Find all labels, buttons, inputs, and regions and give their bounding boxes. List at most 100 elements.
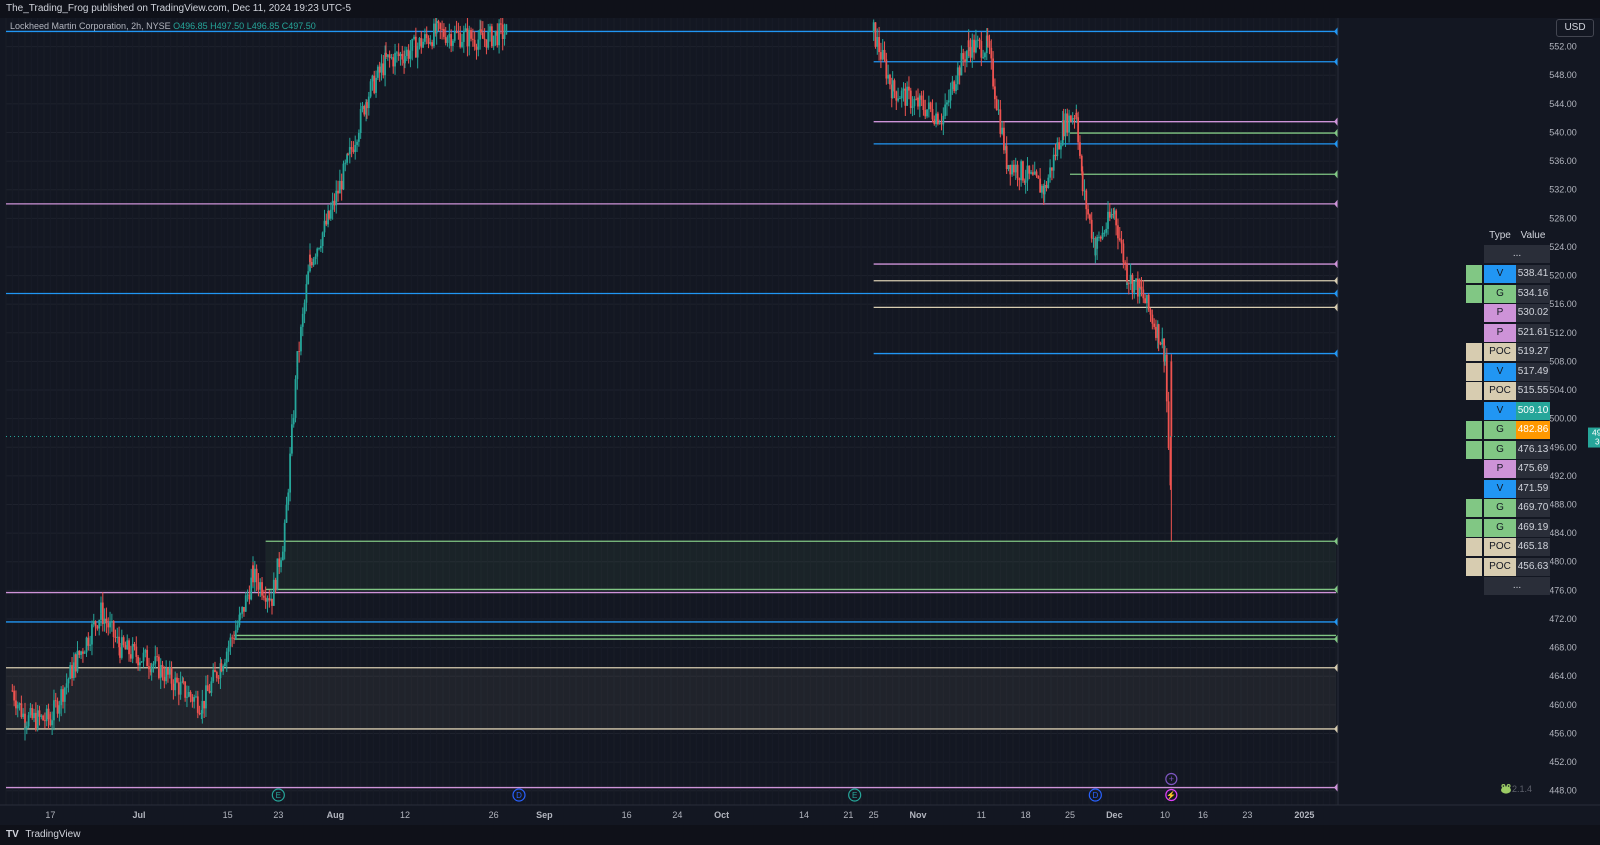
candle-body	[62, 689, 64, 702]
candle-body	[920, 95, 923, 100]
time-tick-label: 10	[1160, 810, 1170, 820]
candle-body	[913, 98, 916, 107]
candle-body	[24, 727, 26, 730]
table-row-flag	[1466, 557, 1482, 576]
candle-body	[186, 696, 188, 698]
candle-body	[878, 37, 880, 53]
table-row-flag	[1466, 343, 1482, 361]
candle-body	[156, 656, 158, 658]
candle-body	[418, 38, 421, 46]
candle-body	[161, 664, 164, 677]
candle-body	[999, 109, 1002, 134]
candle-body	[872, 22, 875, 33]
candle-body	[105, 618, 108, 624]
candle-body	[1122, 243, 1125, 263]
table-header-type: Type	[1484, 227, 1516, 245]
candle-body	[234, 630, 237, 639]
candle-body	[414, 36, 417, 58]
candle-body	[994, 86, 996, 100]
candle-body	[949, 89, 952, 101]
candle-body	[413, 36, 415, 39]
symbol-name: Lockheed Martin Corporation, 2h, NYSE	[10, 21, 171, 31]
candle-body	[1120, 239, 1123, 244]
candle-body	[137, 656, 139, 666]
candle-body	[328, 210, 330, 219]
candle-body	[1107, 211, 1109, 229]
time-axis[interactable]: 17 Jul 15 23 Aug 12 26 Sep 16 24 Oct 14 21 25 Nov 11 18 2…	[0, 804, 1600, 820]
candle-body	[129, 654, 132, 659]
candle-body	[485, 39, 488, 48]
candle-body	[433, 23, 435, 47]
candle-body	[126, 640, 129, 650]
candle-body	[395, 52, 398, 54]
time-tick-label: 14	[799, 810, 809, 820]
candle-body	[1020, 161, 1023, 181]
candle-body	[411, 38, 414, 51]
candle-body	[45, 708, 48, 722]
candle-body	[361, 105, 364, 109]
candle-body	[268, 598, 271, 601]
candle-body	[20, 703, 23, 718]
candle-body	[63, 687, 66, 702]
table-row-flag	[1466, 265, 1482, 283]
candle-body	[971, 39, 974, 58]
candle-body	[25, 726, 28, 728]
candle-body	[110, 621, 113, 623]
candle-body	[929, 102, 932, 109]
price-axis[interactable]: 448.00 452.00 456.00 460.00 464.00 468.00 472.…	[1337, 18, 1600, 805]
candle-body	[1066, 113, 1069, 133]
candle-body	[1113, 210, 1116, 215]
candle-body	[163, 676, 166, 682]
candle-body	[51, 720, 54, 726]
candle-body	[276, 558, 279, 591]
candle-body	[407, 49, 410, 59]
table-row-type: P	[1484, 460, 1516, 478]
last-price-value: 497.50	[1592, 428, 1600, 438]
price-tick-label: 468.00	[1549, 643, 1577, 653]
candle-body	[231, 637, 234, 639]
candle-body	[498, 23, 500, 46]
candle-body	[940, 123, 943, 125]
price-tick-label: 528.00	[1549, 213, 1577, 223]
footer-brand: TradingView	[25, 829, 81, 840]
candle-body	[114, 637, 117, 638]
candle-body	[885, 59, 888, 79]
candle-body	[310, 261, 313, 266]
candle-body	[329, 209, 332, 219]
candle-body	[337, 190, 339, 194]
candle-body	[911, 106, 914, 108]
currency-button[interactable]: USD	[1556, 19, 1594, 37]
table-row-value: 469.70	[1516, 499, 1550, 517]
candle-body	[261, 582, 263, 596]
candle-body	[1110, 214, 1113, 218]
candle-body	[1094, 248, 1097, 256]
table-row-type: V	[1484, 479, 1516, 498]
time-tick-label: Sep	[536, 810, 553, 820]
table-row-flag	[1466, 499, 1482, 517]
price-chart[interactable]: 554.12 (240, 30) : P549.88 (30) : P541.5…	[0, 0, 1600, 845]
candle-body	[47, 708, 50, 720]
candle-body	[1117, 225, 1119, 239]
candle-body	[319, 246, 322, 249]
candle-body	[891, 80, 894, 99]
candle-body	[874, 22, 877, 47]
candle-body	[982, 57, 985, 59]
candle-body	[455, 31, 458, 33]
candle-body	[342, 163, 345, 190]
candle-body	[189, 691, 192, 697]
candle-body	[492, 35, 495, 47]
candle-body	[44, 720, 46, 722]
table-row-flag	[1466, 362, 1482, 381]
candle-body	[424, 34, 426, 42]
candle-body	[229, 637, 232, 647]
candle-body	[978, 39, 981, 42]
table-row-type: P	[1484, 304, 1516, 322]
candle-body	[1016, 164, 1019, 179]
candle-body	[18, 703, 21, 705]
candle-body	[1032, 172, 1034, 175]
candle-body	[135, 646, 138, 657]
candle-body	[201, 700, 204, 714]
table-row-value: 517.49	[1516, 362, 1550, 381]
candle-body	[241, 606, 244, 614]
candle-body	[244, 595, 247, 612]
